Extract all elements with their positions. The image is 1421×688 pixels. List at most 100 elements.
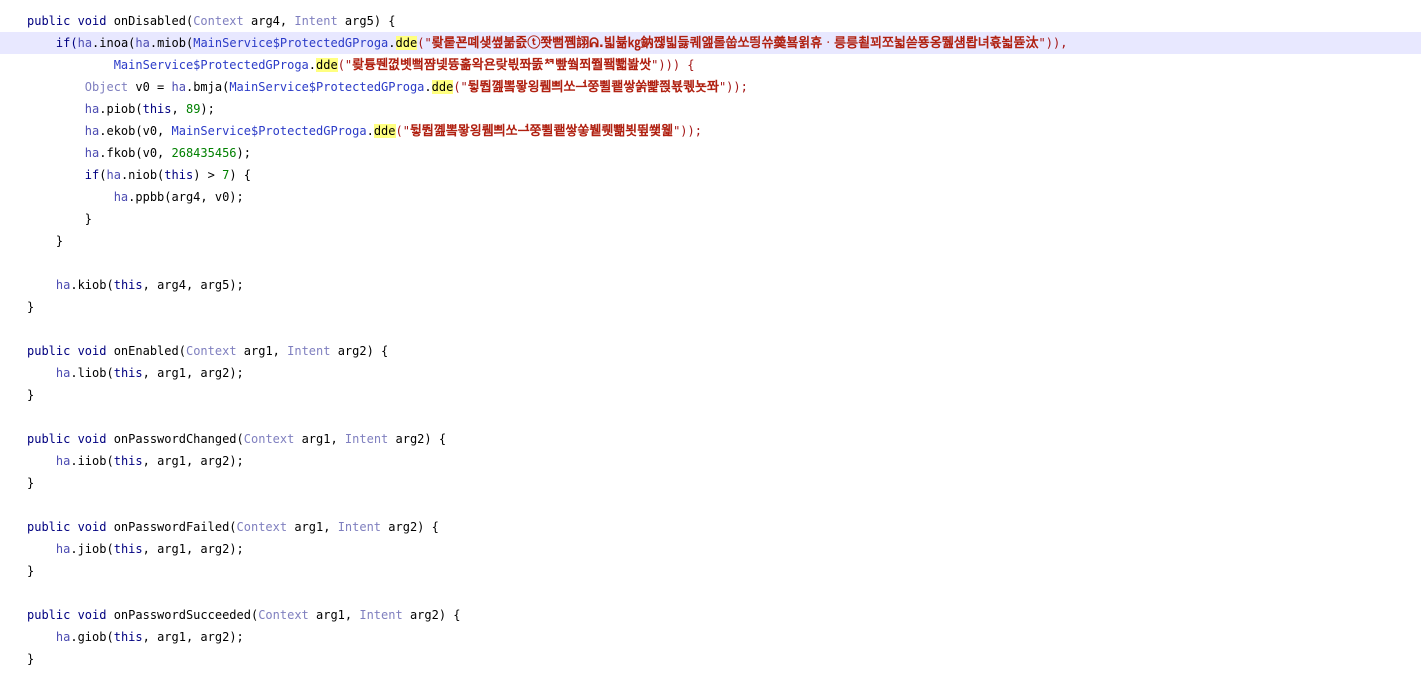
code-line[interactable]: public void onDisabled(Context arg4, Int… <box>0 10 1421 32</box>
keyword: public void <box>27 520 107 534</box>
method-signature: onDisabled( <box>106 14 194 28</box>
args: , arg1, arg2); <box>142 366 244 380</box>
class-name: MainService$ProtectedGProga <box>193 36 389 50</box>
call: .liob( <box>70 366 114 380</box>
code-line[interactable]: } <box>0 384 1421 406</box>
code-line-current[interactable]: if(ha.inoa(ha.miob(MainService$Protected… <box>0 32 1421 54</box>
type-name: Object <box>84 80 129 94</box>
param: arg1, <box>308 608 360 622</box>
string-quote: (" <box>337 58 353 72</box>
code-line[interactable]: } <box>0 208 1421 230</box>
type-name: Context <box>185 344 237 358</box>
obfuscated-string: 뢎뤁꾠뗴샞쎺붊즔ⓣ쫫뻠쪰詡ᕱ.빏뷺㎏鈉짾빏듫퀘앮롤쑵쏘띙쓔羮뵼윍휴ᆞ릉릉쵵꾀쪼뉣… <box>431 36 1039 51</box>
assignment: v0 = <box>128 80 172 94</box>
method-signature: onPasswordSucceeded( <box>106 608 259 622</box>
code-line[interactable]: } <box>0 472 1421 494</box>
code-line[interactable]: if(ha.niob(this) > 7) { <box>0 164 1421 186</box>
method-signature: onPasswordFailed( <box>106 520 237 534</box>
code-line[interactable]: public void onPasswordChanged(Context ar… <box>0 428 1421 450</box>
string-quote: "))) { <box>651 58 695 72</box>
param: arg2) { <box>402 608 461 622</box>
closing-brace: } <box>27 300 35 314</box>
code-line[interactable]: public void onPasswordFailed(Context arg… <box>0 516 1421 538</box>
type-name: Context <box>236 520 288 534</box>
identifier: ha <box>84 146 100 160</box>
code-line[interactable]: public void onEnabled(Context arg1, Inte… <box>0 340 1421 362</box>
code-line-blank[interactable] <box>0 252 1421 274</box>
param: arg4, <box>243 14 295 28</box>
call: .jiob( <box>70 542 114 556</box>
method-signature: onEnabled( <box>106 344 186 358</box>
search-highlight: dde <box>431 80 454 94</box>
code-line-blank[interactable] <box>0 406 1421 428</box>
type-name: Intent <box>359 608 403 622</box>
call: .giob( <box>70 630 114 644</box>
identifier: ha <box>55 278 71 292</box>
call: .niob( <box>120 168 165 182</box>
code-line[interactable]: ha.fkob(v0, 268435456); <box>0 142 1421 164</box>
search-highlight: dde <box>395 36 418 50</box>
args: , arg1, arg2); <box>142 630 244 644</box>
class-name: MainService$ProtectedGProga <box>113 58 309 72</box>
obfuscated-string: 뒿뛉꼞뽘뫟욍뤰쁴쏘ᅼ쭝쀨쾥쌓쑭뺥쯵뵧퀛뇻쫘 <box>467 80 719 95</box>
keyword: this <box>113 366 143 380</box>
code-line[interactable]: ha.jiob(this, arg1, arg2); <box>0 538 1421 560</box>
number-literal: 268435456 <box>171 146 237 160</box>
keyword: this <box>113 542 143 556</box>
closing-brace: } <box>27 388 35 402</box>
call: .ppbb(arg4, v0); <box>128 190 244 204</box>
code-line[interactable]: MainService$ProtectedGProga.dde("뢎튱뛘꼆볫뻨쨤… <box>0 54 1421 76</box>
identifier: ha <box>84 102 100 116</box>
param: arg1, <box>294 432 345 446</box>
string-quote: ")), <box>1038 36 1068 50</box>
dot: . <box>366 124 374 138</box>
code-line[interactable]: ha.piob(this, 89); <box>0 98 1421 120</box>
identifier: ha <box>55 454 71 468</box>
class-name: MainService$ProtectedGProga <box>171 124 367 138</box>
code-line[interactable]: ha.giob(this, arg1, arg2); <box>0 626 1421 648</box>
identifier: ha <box>113 190 129 204</box>
args: , arg4, arg5); <box>142 278 244 292</box>
identifier: ha <box>55 542 71 556</box>
code-line[interactable]: } <box>0 648 1421 670</box>
code-line[interactable]: public void onPasswordSucceeded(Context … <box>0 604 1421 626</box>
param: arg1, <box>287 520 338 534</box>
code-line[interactable]: ha.kiob(this, arg4, arg5); <box>0 274 1421 296</box>
keyword: if <box>84 168 100 182</box>
call: .kiob( <box>70 278 114 292</box>
end: ); <box>236 146 251 160</box>
args: , arg1, arg2); <box>142 542 244 556</box>
obfuscated-string: 뢎튱뛘꼆볫뻨쨤넻뜡홂왁욘랒븫쫘뚨ᅒ빺쒘쬐쭬퐼뾃봞쌋 <box>352 58 652 73</box>
code-line[interactable]: ha.liob(this, arg1, arg2); <box>0 362 1421 384</box>
param: arg2) { <box>330 344 389 358</box>
code-line[interactable]: ha.iiob(this, arg1, arg2); <box>0 450 1421 472</box>
keyword: this <box>113 630 143 644</box>
type-name: Context <box>193 14 244 28</box>
code-line[interactable]: ha.ppbb(arg4, v0); <box>0 186 1421 208</box>
param: arg5) { <box>337 14 396 28</box>
dot: . <box>424 80 432 94</box>
keyword: public void <box>27 608 107 622</box>
keyword: public void <box>27 432 107 446</box>
closing-brace: } <box>27 476 35 490</box>
code-line[interactable]: } <box>0 560 1421 582</box>
type-name: Intent <box>344 432 389 446</box>
identifier: ha <box>84 124 100 138</box>
string-quote: (" <box>453 80 468 94</box>
method-signature: onPasswordChanged( <box>106 432 244 446</box>
closing-brace: } <box>27 564 35 578</box>
code-line[interactable]: Object v0 = ha.bmja(MainService$Protecte… <box>0 76 1421 98</box>
keyword: this <box>113 278 143 292</box>
dot: . <box>308 58 317 72</box>
code-line[interactable]: ha.ekob(v0, MainService$ProtectedGProga.… <box>0 120 1421 142</box>
code-line[interactable]: } <box>0 296 1421 318</box>
type-name: Context <box>258 608 309 622</box>
code-line-blank[interactable] <box>0 582 1421 604</box>
code-line-blank[interactable] <box>0 494 1421 516</box>
number-literal: 89 <box>185 102 201 116</box>
call: .miob( <box>149 36 194 50</box>
code-line[interactable]: } <box>0 230 1421 252</box>
code-line-blank[interactable] <box>0 318 1421 340</box>
call: .inoa( <box>92 36 136 50</box>
code-editor[interactable]: public void onDisabled(Context arg4, Int… <box>0 10 1421 670</box>
